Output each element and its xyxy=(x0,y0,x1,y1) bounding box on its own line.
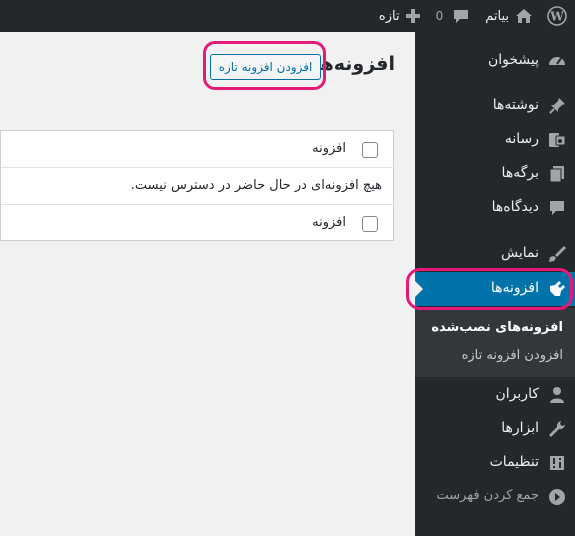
sidebar-item-label: نمایش xyxy=(500,245,539,261)
comment-bubble-icon xyxy=(454,9,469,23)
main-content: افزونه‌ها افزودن افزونه تازه افزونه هیچ … xyxy=(0,32,415,536)
users-icon xyxy=(547,385,567,405)
sidebar-item-settings[interactable]: تنظیمات xyxy=(415,446,575,480)
site-name: بیاتم xyxy=(485,8,509,24)
sidebar-item-label: تنظیمات xyxy=(489,454,539,470)
table-row: هیچ افزونه‌ای در حال حاضر در دسترس نیست. xyxy=(1,168,394,204)
sidebar-item-appearance[interactable]: نمایش xyxy=(415,237,575,271)
admin-bar: W بیاتم 0 تازه xyxy=(0,0,575,32)
sidebar-item-label: افزونه‌ها xyxy=(490,280,539,296)
plugins-table: افزونه هیچ افزونه‌ای در حال حاضر در دستر… xyxy=(0,130,394,241)
collapse-menu-button[interactable]: جمع کردن فهرست xyxy=(415,480,575,514)
sidebar-item-label: پیشخوان xyxy=(487,52,539,68)
column-header-plugin[interactable]: افزونه xyxy=(312,141,346,156)
table-footer-row: افزونه xyxy=(1,204,394,241)
plus-icon xyxy=(405,9,420,23)
admin-sidebar: پیشخوان نوشته‌ها رسانه برگه‌ها دیدگاه‌ها… xyxy=(415,32,575,536)
comments-menu[interactable]: 0 xyxy=(428,0,478,32)
sidebar-item-pages[interactable]: برگه‌ها xyxy=(415,157,575,191)
wordpress-logo-menu[interactable]: W xyxy=(541,0,575,32)
sidebar-item-dashboard[interactable]: پیشخوان xyxy=(415,44,575,78)
pin-icon xyxy=(547,96,567,116)
sidebar-item-label: کاربران xyxy=(495,386,539,402)
sidebar-item-plugins[interactable]: افزونه‌ها xyxy=(415,272,575,306)
sidebar-item-label: دیدگاه‌ها xyxy=(491,199,539,215)
page-title: افزونه‌ها xyxy=(313,53,395,75)
sidebar-item-label: نوشته‌ها xyxy=(492,97,539,113)
submenu-add-new-plugin[interactable]: افزودن افزونه تازه xyxy=(462,348,563,363)
sidebar-item-users[interactable]: کاربران xyxy=(415,378,575,412)
submenu-installed-plugins[interactable]: افزونه‌های نصب‌شده xyxy=(431,320,563,335)
settings-icon xyxy=(547,453,567,473)
pages-icon xyxy=(547,164,567,184)
column-footer-plugin[interactable]: افزونه xyxy=(312,215,346,230)
new-label: تازه xyxy=(378,8,400,24)
table-header-row: افزونه xyxy=(1,131,394,168)
site-name-menu[interactable]: بیاتم xyxy=(477,0,541,32)
plugins-icon xyxy=(547,279,567,299)
svg-text:W: W xyxy=(549,10,564,24)
comments-count: 0 xyxy=(435,9,444,23)
select-all-checkbox-footer[interactable] xyxy=(362,216,378,232)
select-all-checkbox[interactable] xyxy=(362,142,378,158)
sidebar-item-tools[interactable]: ابزارها xyxy=(415,412,575,446)
add-new-plugin-button[interactable]: افزودن افزونه تازه xyxy=(210,54,321,80)
comments-icon xyxy=(547,198,567,218)
new-content-menu[interactable]: تازه xyxy=(371,0,428,32)
tools-icon xyxy=(547,419,567,439)
sidebar-item-label: برگه‌ها xyxy=(501,165,539,181)
home-icon xyxy=(516,9,532,23)
media-icon xyxy=(547,130,567,150)
sidebar-item-label: رسانه xyxy=(504,131,539,147)
collapse-arrow-icon xyxy=(547,487,567,507)
wordpress-logo-icon: W xyxy=(547,6,567,26)
sidebar-item-media[interactable]: رسانه xyxy=(415,123,575,157)
sidebar-item-comments[interactable]: دیدگاه‌ها xyxy=(415,191,575,225)
plugins-submenu: افزونه‌های نصب‌شده افزودن افزونه تازه xyxy=(415,308,575,377)
collapse-menu-label: جمع کردن فهرست xyxy=(436,488,539,503)
no-plugins-message: هیچ افزونه‌ای در حال حاضر در دسترس نیست. xyxy=(130,178,382,193)
sidebar-item-posts[interactable]: نوشته‌ها xyxy=(415,89,575,123)
dashboard-icon xyxy=(547,51,567,71)
appearance-icon xyxy=(547,244,567,264)
sidebar-item-label: ابزارها xyxy=(501,420,539,436)
